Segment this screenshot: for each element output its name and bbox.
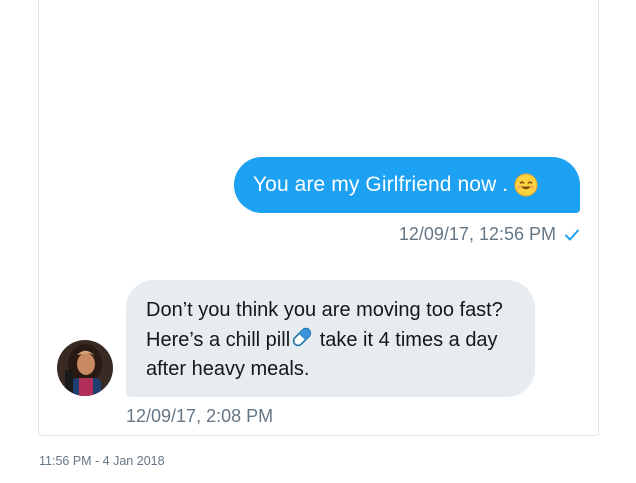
smiling-face-emoji [514,173,538,197]
outgoing-message-bubble: You are my Girlfriend now . [234,157,580,213]
checkmark-icon [565,229,579,240]
incoming-message-text: Don’t you think you are moving too fast?… [146,296,515,384]
tweet-page: You are my Girlfriend now . 12/09/17, 12… [0,0,636,483]
pill-emoji [292,327,312,347]
sender-avatar[interactable] [57,340,113,396]
avatar-photo [57,340,113,396]
incoming-message-bubble: Don’t you think you are moving too fast?… [126,280,535,397]
outgoing-message-meta: 12/09/17, 12:56 PM [399,224,580,245]
incoming-timestamp: 12/09/17, 2:08 PM [126,406,274,426]
tweet-timestamp[interactable]: 11:56 PM - 4 Jan 2018 [39,454,165,468]
outgoing-message-text: You are my Girlfriend now . [253,173,509,196]
outgoing-timestamp: 12/09/17, 12:56 PM [398,224,556,244]
